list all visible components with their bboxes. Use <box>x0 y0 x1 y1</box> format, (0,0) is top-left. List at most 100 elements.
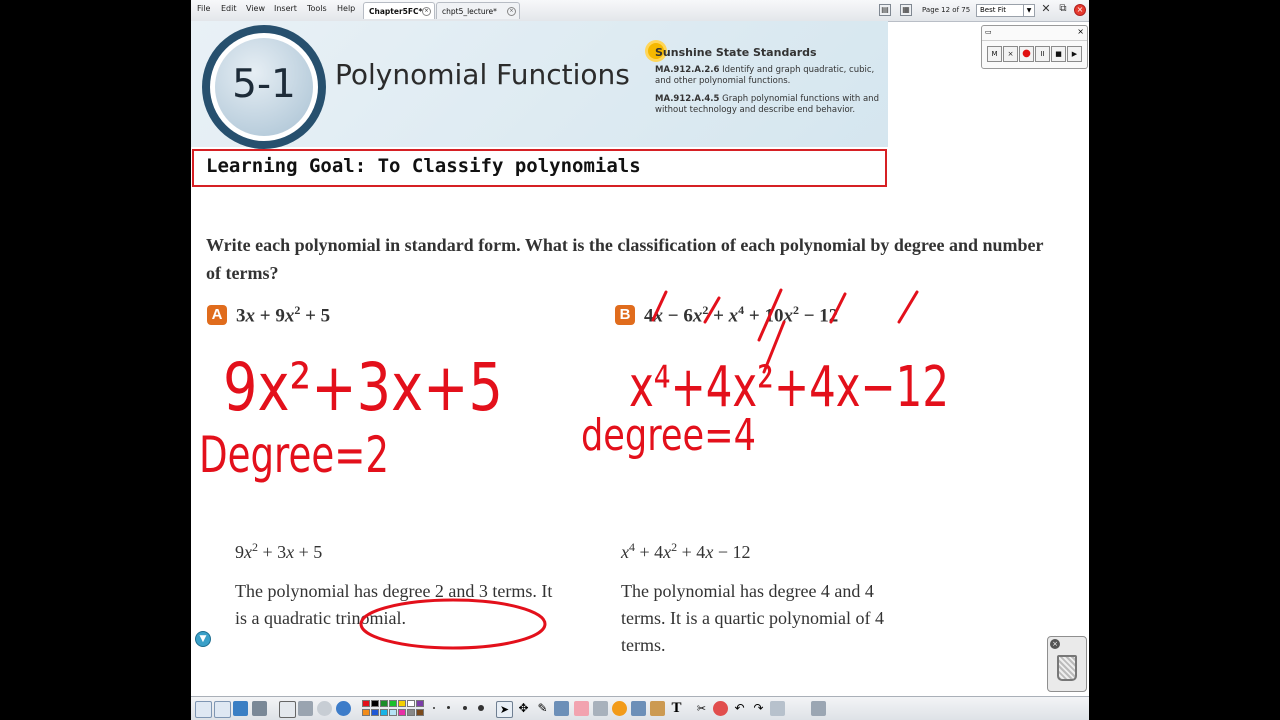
dot-medium-icon <box>447 706 450 709</box>
scroll-down-icon[interactable]: ▼ <box>195 631 211 647</box>
part-b-expression: 4x − 6x2 + x4 + 10x2 − 12 <box>644 303 839 327</box>
recorder-menu-button[interactable]: M <box>987 46 1002 62</box>
menu-edit[interactable]: Edit <box>221 4 237 13</box>
handwritten-a-line2: Degree=2 <box>199 426 389 484</box>
close-tab-icon[interactable]: × <box>507 7 516 16</box>
color-swatch-purple[interactable] <box>416 700 424 707</box>
color-swatch-yellow[interactable] <box>398 700 406 707</box>
color-palette <box>362 700 424 718</box>
fill-icon[interactable] <box>650 701 665 716</box>
dot-small-icon <box>433 707 435 709</box>
lesson-number: 5-1 <box>232 62 296 107</box>
part-b-badge: B <box>615 305 635 325</box>
shape-tool-icon[interactable] <box>612 701 627 716</box>
tab-chapter5fc[interactable]: Chapter5FC* × <box>363 2 435 19</box>
dot-large-icon <box>463 706 467 710</box>
menu-tools[interactable]: Tools <box>307 4 327 13</box>
bottom-toolbar: ➤ ✥ ✎ T ✂ ↶ ↷ <box>191 696 1089 720</box>
menu-file[interactable]: File <box>197 4 210 13</box>
cut-icon[interactable]: ✂ <box>694 701 709 716</box>
color-swatch-light-blue[interactable] <box>389 709 397 716</box>
page-sorter-icon[interactable]: ▤ <box>879 4 891 16</box>
screen-recorder-panel: ▭ × M × ● II ■ ▶ <box>981 25 1088 69</box>
standard-code: MA.912.A.2.6 <box>655 65 720 75</box>
stop-button[interactable]: ■ <box>1051 46 1066 62</box>
close-icon[interactable]: × <box>1074 4 1086 16</box>
recorder-app-icon: ▭ <box>985 28 992 36</box>
handwritten-a-line1: 9x²+3x+5 <box>223 349 503 426</box>
media-icon[interactable] <box>317 701 332 716</box>
line-width-slider[interactable] <box>431 701 487 716</box>
learning-goal-box[interactable]: Learning Goal: To Classify polynomials <box>192 149 887 187</box>
page-indicator: Page 12 of 75 <box>922 6 971 14</box>
strike-mark <box>897 290 919 324</box>
creative-pen-icon[interactable] <box>554 701 569 716</box>
part-a-classification: The polynomial has degree 2 and 3 terms.… <box>235 581 553 628</box>
color-swatch-white[interactable] <box>407 700 415 707</box>
line-tool-icon[interactable] <box>593 701 608 716</box>
play-button[interactable]: ▶ <box>1067 46 1082 62</box>
delete-icon[interactable] <box>713 701 728 716</box>
color-swatch-black[interactable] <box>371 700 379 707</box>
standard-item: MA.912.A.2.6 Identify and graph quadrati… <box>655 65 885 87</box>
learning-goal-text: Learning Goal: To Classify polynomials <box>206 155 641 177</box>
strike-mark <box>762 320 786 374</box>
text-tool-icon[interactable]: T <box>669 701 684 716</box>
next-page-icon[interactable] <box>214 701 231 718</box>
recorder-titlebar[interactable]: ▭ × <box>982 26 1087 41</box>
pause-button[interactable]: II <box>1035 46 1050 62</box>
part-a-badge: A <box>207 305 227 325</box>
previous-page-icon[interactable] <box>195 701 212 718</box>
resize-icon[interactable]: ✕ <box>1040 3 1052 16</box>
tab-label: chpt5_lecture* <box>442 7 497 16</box>
zoom-value: Best Fit <box>980 6 1006 14</box>
eraser-icon[interactable] <box>574 701 589 716</box>
color-swatch-orange[interactable] <box>362 709 370 716</box>
menu-help[interactable]: Help <box>337 4 355 13</box>
part-b-classification: The polynomial has degree 4 and 4 terms.… <box>621 581 884 655</box>
select-arrow-icon[interactable]: ➤ <box>496 701 513 718</box>
trash-can-icon <box>1057 655 1077 681</box>
pen-icon[interactable]: ✎ <box>535 701 550 716</box>
document-camera-icon[interactable] <box>298 701 313 716</box>
trash-icon[interactable]: × <box>1047 636 1087 692</box>
color-swatch-gray[interactable] <box>407 709 415 716</box>
color-swatch-green[interactable] <box>380 700 388 707</box>
browser-icon[interactable] <box>336 701 351 716</box>
close-icon[interactable]: × <box>1077 27 1084 36</box>
color-swatch-lime[interactable] <box>389 700 397 707</box>
tab-chpt5-lecture[interactable]: chpt5_lecture* × <box>436 2 520 19</box>
color-swatch-cyan[interactable] <box>380 709 388 716</box>
close-icon[interactable]: × <box>1050 639 1060 649</box>
record-button[interactable]: ● <box>1019 46 1034 62</box>
magic-pen-icon[interactable] <box>631 701 646 716</box>
close-tab-icon[interactable]: × <box>422 7 431 16</box>
smart-notebook-window: File Edit View Insert Tools Help Chapter… <box>191 0 1089 720</box>
menu-bar: File Edit View Insert Tools Help Chapter… <box>191 0 1089 22</box>
recorder-cancel-button[interactable]: × <box>1003 46 1018 62</box>
question-prompt: Write each polynomial in standard form. … <box>206 235 1044 283</box>
standard-code: MA.912.A.4.5 <box>655 94 720 104</box>
standard-item: MA.912.A.4.5 Graph polynomial functions … <box>655 94 885 116</box>
color-swatch-red[interactable] <box>362 700 370 707</box>
color-swatch-magenta[interactable] <box>398 709 406 716</box>
customize-toolbar-icon[interactable] <box>811 701 826 716</box>
multi-touch-icon[interactable]: ✥ <box>516 701 531 716</box>
standards-title: Sunshine State Standards <box>655 46 817 59</box>
properties-icon[interactable] <box>770 701 785 716</box>
screen-shade-icon[interactable] <box>233 701 248 716</box>
zoom-select[interactable]: Best Fit ▼ <box>976 4 1035 17</box>
lesson-banner: 5-1 Polynomial Functions Sunshine State … <box>191 21 888 149</box>
table-icon[interactable] <box>279 701 296 718</box>
menu-view[interactable]: View <box>246 4 265 13</box>
part-b-standard-form: x4 + 4x2 + 4x − 12 <box>621 540 751 562</box>
menu-insert[interactable]: Insert <box>274 4 297 13</box>
undo-icon[interactable]: ↶ <box>732 701 747 716</box>
dual-page-icon[interactable]: ⧉ <box>1057 4 1069 16</box>
color-swatch-brown[interactable] <box>416 709 424 716</box>
color-swatch-blue[interactable] <box>371 709 379 716</box>
full-screen-icon[interactable]: ▦ <box>900 4 912 16</box>
handwritten-b-line1: x⁴+4x²+4x−12 <box>629 355 949 420</box>
redo-icon[interactable]: ↷ <box>751 701 766 716</box>
capture-icon[interactable] <box>252 701 267 716</box>
